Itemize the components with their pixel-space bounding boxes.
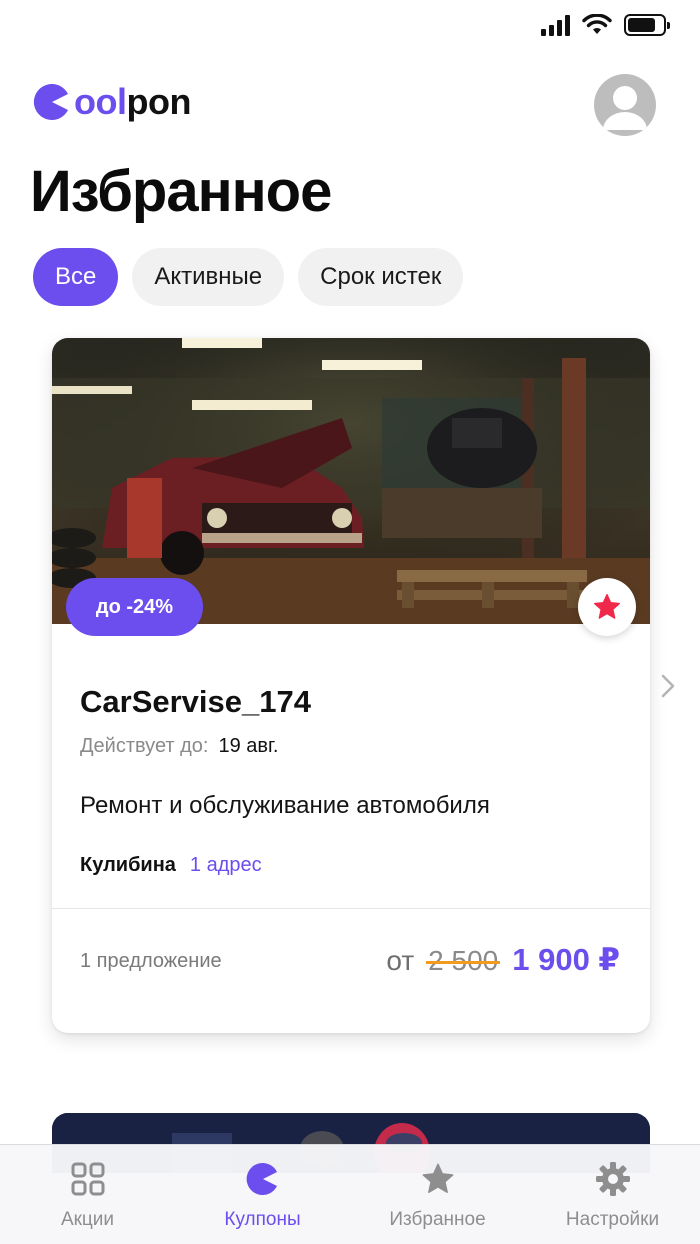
tab-label: Избранное bbox=[389, 1209, 486, 1230]
chevron-right-icon[interactable] bbox=[656, 672, 680, 700]
discount-badge: до -24% bbox=[66, 578, 203, 636]
offers-count: 1 предложение bbox=[80, 950, 222, 972]
tab-favorites[interactable]: Избранное bbox=[350, 1145, 525, 1244]
coupon-description: Ремонт и обслуживание автомобиля bbox=[80, 792, 490, 819]
page-title: Избранное bbox=[30, 159, 332, 224]
coupon-card[interactable]: до -24% CarServise_174 Действует до: 19 а… bbox=[52, 338, 650, 1033]
status-bar bbox=[0, 0, 700, 56]
wifi-icon bbox=[582, 14, 612, 34]
gear-icon bbox=[595, 1162, 630, 1196]
tab-settings[interactable]: Настройки bbox=[525, 1145, 700, 1244]
filter-active[interactable]: Активные bbox=[132, 248, 285, 306]
address-link[interactable]: 1 адрес bbox=[190, 854, 262, 876]
filter-chips: Все Активные Срок истек bbox=[33, 248, 464, 306]
user-icon bbox=[603, 86, 647, 130]
tab-coupons[interactable]: Кулпоны bbox=[175, 1145, 350, 1244]
signal-icon bbox=[541, 14, 570, 36]
filter-expired[interactable]: Срок истек bbox=[298, 248, 464, 306]
price-row: от 2 500 1 900 ₽ bbox=[386, 942, 620, 978]
valid-until-label: Действует до: bbox=[80, 735, 209, 757]
tab-label: Настройки bbox=[565, 1209, 660, 1230]
old-price: 2 500 bbox=[426, 945, 501, 976]
price-from-label: от bbox=[386, 945, 415, 976]
street-name: Кулибина bbox=[80, 854, 176, 876]
favorite-button[interactable] bbox=[578, 578, 636, 636]
valid-until-date: 19 авг. bbox=[218, 735, 279, 757]
app-logo: oolpon bbox=[32, 78, 191, 126]
filter-all[interactable]: Все bbox=[33, 248, 119, 306]
divider bbox=[52, 908, 650, 909]
star-icon bbox=[594, 594, 620, 619]
avatar[interactable] bbox=[594, 74, 656, 136]
grid-icon bbox=[71, 1162, 104, 1196]
app-name: oolpon bbox=[74, 81, 191, 122]
coolpon-logo-icon bbox=[33, 83, 68, 120]
tab-bar: Акции Кулпоны Избранное Настройки bbox=[0, 1144, 700, 1244]
valid-until: Действует до: 19 авг. bbox=[80, 735, 278, 758]
battery-icon bbox=[624, 14, 670, 36]
coupon-title: CarServise_174 bbox=[80, 684, 311, 719]
tab-label: Кулпоны bbox=[224, 1209, 301, 1230]
address-row: Кулибина 1 адрес bbox=[80, 854, 262, 877]
star-icon bbox=[422, 1163, 453, 1193]
new-price: 1 900 ₽ bbox=[512, 942, 620, 977]
coolpon-icon bbox=[246, 1162, 277, 1195]
tab-promotions[interactable]: Акции bbox=[0, 1145, 175, 1244]
tab-label: Акции bbox=[60, 1209, 115, 1230]
status-icons bbox=[541, 14, 670, 36]
